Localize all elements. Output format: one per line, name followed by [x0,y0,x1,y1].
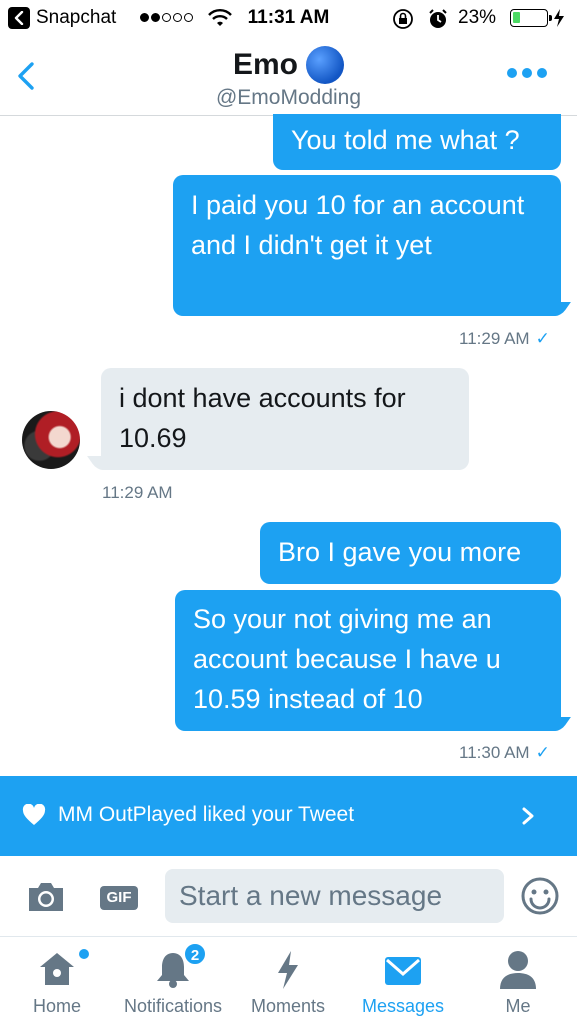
message-timestamp: 11:29 AM [102,483,173,502]
emoji-icon[interactable] [520,876,560,916]
message-input[interactable] [165,869,504,923]
message-text: i dont have accounts for 10.69 [119,383,406,453]
message-bubble[interactable]: So your not giving me an account because… [175,590,561,731]
notification-badge: 2 [183,942,207,966]
banner-text: MM OutPlayed liked your Tweet [58,803,355,826]
message-bubble[interactable]: Bro I gave you more [260,522,561,584]
person-icon [500,951,536,989]
heart-icon [22,804,46,825]
lightning-icon [278,951,298,989]
more-options-button[interactable] [507,68,547,78]
tab-moments[interactable]: Moments [243,937,333,1024]
blue-circle-emoji [306,46,344,84]
message-text: I paid you 10 for an account and I didn'… [191,190,525,260]
alarm-icon [429,9,447,28]
message-text: You told me what ? [291,125,520,155]
message-bubble[interactable]: i dont have accounts for 10.69 [101,368,469,470]
tab-bar: Home 2 Notifications Moments Messages Me [0,936,577,1024]
gif-button[interactable]: GIF [100,886,138,910]
chevron-right-icon[interactable] [521,806,535,826]
charging-bolt-icon [554,9,564,27]
rotation-lock-icon [393,9,413,29]
battery-icon [510,9,552,27]
home-icon [40,953,74,985]
message-timestamp: 11:30 AM ✓ [459,743,550,762]
status-bar: Snapchat 11:31 AM 23% [0,0,577,36]
message-text: So your not giving me an account because… [193,604,501,714]
conversation-header: Emo @EmoModding [0,36,577,116]
tab-label: Notifications [123,996,223,1016]
avatar[interactable] [22,411,80,469]
read-checkmark-icon: ✓ [535,329,550,348]
envelope-icon [385,957,421,985]
message-bubble[interactable]: You told me what ? [273,114,561,170]
message-bubble[interactable]: I paid you 10 for an account and I didn'… [173,175,561,316]
conversation-title[interactable]: Emo @EmoModding [0,46,577,110]
new-activity-dot [79,949,89,959]
read-checkmark-icon: ✓ [535,743,550,762]
battery-percent: 23% [458,7,497,28]
tab-label: Home [32,996,81,1016]
tab-label: Messages [361,996,445,1016]
tab-home[interactable]: Home [17,937,97,1024]
contact-name: Emo [232,48,298,81]
tab-me[interactable]: Me [478,937,558,1024]
liked-tweet-banner[interactable]: MM OutPlayed liked your Tweet [0,776,577,856]
message-text: Bro I gave you more [278,537,522,567]
camera-icon[interactable] [26,881,66,913]
message-composer: GIF [0,856,577,936]
contact-handle: @EmoModding [215,86,362,109]
tab-notifications[interactable]: 2 Notifications [113,937,233,1024]
tab-label: Moments [250,996,326,1016]
tab-label: Me [505,996,531,1016]
message-timestamp: 11:29 AM ✓ [459,329,550,348]
tab-messages[interactable]: Messages [355,937,451,1024]
